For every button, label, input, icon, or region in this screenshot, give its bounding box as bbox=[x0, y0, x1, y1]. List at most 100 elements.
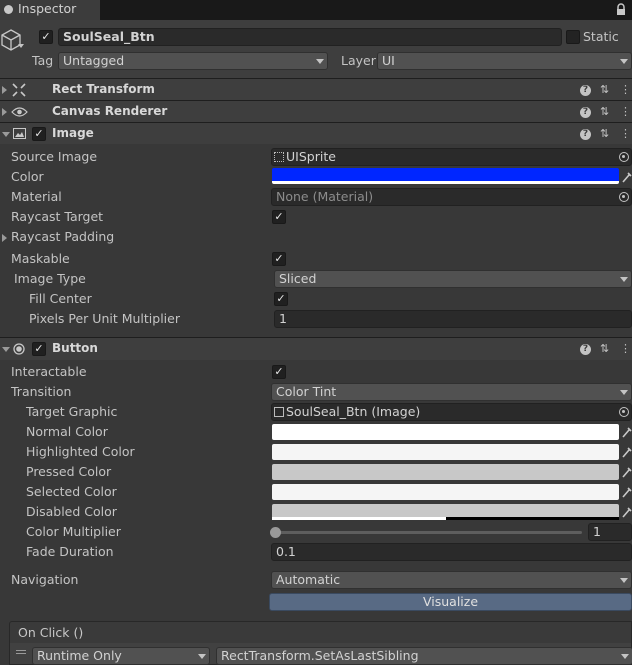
pressed-color-swatch[interactable] bbox=[272, 464, 619, 480]
function-dropdown[interactable]: RectTransform.SetAsLastSibling bbox=[216, 647, 632, 665]
button-header[interactable]: ✓ Button ? ⇅ ⋮ bbox=[0, 337, 632, 360]
presets-icon[interactable]: ⇅ bbox=[600, 104, 609, 120]
source-image-field[interactable]: UISprite bbox=[271, 148, 632, 166]
lock-icon[interactable] bbox=[616, 3, 626, 16]
object-picker-icon[interactable] bbox=[619, 192, 629, 202]
color-multiplier-slider-handle[interactable] bbox=[270, 527, 281, 538]
highlighted-color-swatch[interactable] bbox=[272, 444, 619, 460]
material-label: Material bbox=[11, 189, 62, 204]
context-menu-icon[interactable]: ⋮ bbox=[620, 126, 631, 142]
object-name-field[interactable]: SoulSeal_Btn bbox=[58, 28, 562, 46]
component-header-icons: ? ⇅ ⋮ bbox=[580, 341, 632, 357]
color-swatch[interactable] bbox=[272, 168, 619, 184]
eyedropper-icon[interactable] bbox=[622, 506, 632, 518]
target-graphic-value: SoulSeal_Btn (Image) bbox=[286, 404, 421, 419]
on-click-event-body: Runtime Only RectTransform.SetAsLastSibl… bbox=[9, 643, 632, 665]
image-type-dropdown[interactable]: Sliced bbox=[274, 270, 632, 288]
eyedropper-icon[interactable] bbox=[622, 426, 632, 438]
presets-icon[interactable]: ⇅ bbox=[600, 341, 609, 357]
image-title: Image bbox=[52, 126, 94, 140]
target-graphic-field[interactable]: SoulSeal_Btn (Image) bbox=[271, 403, 632, 421]
rect-transform-icon bbox=[12, 83, 26, 97]
foldout-arrow-icon[interactable] bbox=[2, 86, 7, 94]
component-header-icons: ? ⇅ ⋮ bbox=[580, 126, 632, 142]
object-picker-icon[interactable] bbox=[619, 407, 629, 417]
eyedropper-icon[interactable] bbox=[622, 171, 632, 183]
chevron-down-icon bbox=[316, 59, 324, 64]
fill-center-checkbox[interactable]: ✓ bbox=[274, 292, 288, 306]
object-picker-icon[interactable] bbox=[619, 152, 629, 162]
button-component-icon bbox=[13, 343, 25, 355]
target-graphic-label: Target Graphic bbox=[26, 404, 118, 419]
tag-label: Tag bbox=[32, 53, 54, 68]
foldout-arrow-icon[interactable] bbox=[2, 108, 7, 116]
help-icon[interactable]: ? bbox=[580, 129, 591, 140]
image-header[interactable]: ✓ Image ? ⇅ ⋮ bbox=[0, 122, 632, 144]
chevron-down-icon bbox=[620, 390, 628, 395]
info-icon bbox=[4, 5, 13, 14]
eyedropper-icon[interactable] bbox=[622, 466, 632, 478]
drag-handle-icon[interactable] bbox=[16, 650, 26, 651]
foldout-arrow-icon[interactable] bbox=[2, 347, 10, 352]
disabled-color-label: Disabled Color bbox=[26, 504, 117, 519]
rect-transform-title: Rect Transform bbox=[52, 82, 155, 96]
context-menu-icon[interactable]: ⋮ bbox=[620, 82, 631, 98]
normal-color-swatch[interactable] bbox=[272, 424, 619, 440]
image-component-icon bbox=[13, 128, 26, 139]
foldout-arrow-icon[interactable] bbox=[2, 234, 7, 242]
canvas-renderer-header[interactable]: Canvas Renderer ? ⇅ ⋮ bbox=[0, 100, 632, 122]
layer-value: UI bbox=[382, 53, 395, 68]
active-checkbox[interactable]: ✓ bbox=[39, 30, 53, 44]
context-menu-icon[interactable]: ⋮ bbox=[620, 104, 631, 120]
context-menu-icon[interactable]: ⋮ bbox=[620, 341, 631, 357]
rect-transform-header[interactable]: Rect Transform ? ⇅ ⋮ bbox=[0, 78, 632, 100]
eye-icon bbox=[11, 107, 28, 117]
layer-dropdown[interactable]: UI bbox=[377, 52, 632, 70]
navigation-dropdown[interactable]: Automatic bbox=[271, 571, 632, 589]
navigation-label: Navigation bbox=[11, 572, 79, 587]
fade-duration-label: Fade Duration bbox=[26, 544, 114, 559]
color-multiplier-label: Color Multiplier bbox=[26, 524, 121, 539]
button-enabled-checkbox[interactable]: ✓ bbox=[32, 342, 46, 356]
tab-inspector-label: Inspector bbox=[18, 1, 77, 16]
static-checkbox[interactable]: ✓ bbox=[566, 30, 580, 44]
gameobject-cube-icon bbox=[1, 29, 21, 51]
presets-icon[interactable]: ⇅ bbox=[600, 126, 609, 142]
material-field[interactable]: None (Material) bbox=[271, 188, 632, 206]
help-icon[interactable]: ? bbox=[580, 344, 591, 355]
interactable-checkbox[interactable]: ✓ bbox=[272, 365, 286, 379]
source-image-label: Source Image bbox=[11, 149, 98, 164]
visualize-button[interactable]: Visualize bbox=[269, 593, 632, 611]
transition-dropdown[interactable]: Color Tint bbox=[271, 383, 632, 401]
help-icon[interactable]: ? bbox=[580, 107, 591, 118]
image-type-label: Image Type bbox=[14, 271, 86, 286]
fade-duration-field[interactable]: 0.1 bbox=[271, 543, 632, 561]
eyedropper-icon[interactable] bbox=[622, 446, 632, 458]
color-multiplier-slider-track[interactable] bbox=[276, 531, 582, 534]
transition-value: Color Tint bbox=[276, 384, 337, 399]
foldout-arrow-icon[interactable] bbox=[2, 132, 10, 137]
highlighted-color-label: Highlighted Color bbox=[26, 444, 135, 459]
presets-icon[interactable]: ⇅ bbox=[600, 82, 609, 98]
image-type-value: Sliced bbox=[279, 271, 317, 286]
color-multiplier-field[interactable]: 1 bbox=[588, 523, 632, 541]
canvas-renderer-title: Canvas Renderer bbox=[52, 104, 168, 118]
raycast-target-checkbox[interactable]: ✓ bbox=[272, 210, 286, 224]
help-icon[interactable]: ? bbox=[580, 85, 591, 96]
runtime-dropdown[interactable]: Runtime Only bbox=[32, 647, 210, 665]
transition-label: Transition bbox=[11, 384, 72, 399]
maskable-checkbox[interactable]: ✓ bbox=[272, 252, 286, 266]
pressed-color-label: Pressed Color bbox=[26, 464, 112, 479]
eyedropper-icon[interactable] bbox=[622, 486, 632, 498]
tab-inspector[interactable]: Inspector bbox=[0, 0, 100, 20]
icon-dropdown-arrow[interactable] bbox=[18, 44, 24, 48]
chevron-down-icon bbox=[620, 578, 628, 583]
tag-dropdown[interactable]: Untagged bbox=[58, 52, 328, 70]
raycast-padding-label[interactable]: Raycast Padding bbox=[11, 228, 114, 246]
interactable-label: Interactable bbox=[11, 364, 87, 379]
sprite-icon bbox=[274, 152, 284, 162]
button-title: Button bbox=[52, 341, 98, 355]
image-enabled-checkbox[interactable]: ✓ bbox=[32, 127, 46, 141]
selected-color-swatch[interactable] bbox=[272, 484, 619, 500]
ppu-field[interactable]: 1 bbox=[274, 310, 632, 328]
